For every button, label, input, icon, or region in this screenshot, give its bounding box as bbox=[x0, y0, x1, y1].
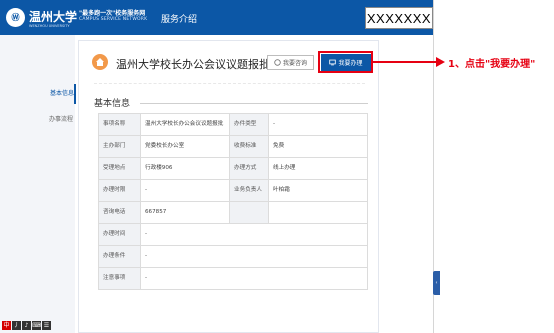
table-row: 办理时间 - bbox=[98, 223, 368, 246]
field-value: - bbox=[268, 113, 368, 136]
field-label: 主办部门 bbox=[98, 135, 141, 158]
field-value: - bbox=[140, 179, 230, 202]
field-value: 温州大学校长办公会议议题报批 bbox=[140, 113, 230, 136]
table-row: 注意事项 - bbox=[98, 267, 368, 290]
field-value: - bbox=[140, 267, 368, 290]
table-row: 办理时限 - 业务负责人 叶柏霜 bbox=[98, 179, 368, 202]
field-label: 事项名称 bbox=[98, 113, 141, 136]
basic-info-table: 事项名称 温州大学校长办公会议议题报批 办件类型 - 主办部门 党委校长办公室 … bbox=[98, 113, 368, 290]
ime-punctuation-icon[interactable]: 丿 bbox=[12, 321, 21, 330]
field-label bbox=[229, 201, 269, 224]
field-value: - bbox=[140, 245, 368, 268]
field-value: 667857 bbox=[140, 201, 230, 224]
university-name: 温州大学 bbox=[29, 10, 78, 24]
table-row: 咨询电话 667857 bbox=[98, 201, 368, 224]
field-label: 办件类型 bbox=[229, 113, 269, 136]
sidebar-item-process[interactable]: 办事流程 bbox=[49, 116, 73, 124]
ime-menu-icon[interactable]: ☰ bbox=[42, 321, 51, 330]
field-value: 免费 bbox=[268, 135, 368, 158]
field-label: 收费标准 bbox=[229, 135, 269, 158]
ime-keyboard-icon[interactable]: ⌨ bbox=[32, 321, 41, 330]
annotation-arrow-line bbox=[373, 61, 437, 63]
title-divider bbox=[94, 83, 365, 84]
annotation-arrow-head-icon bbox=[436, 57, 445, 67]
field-label: 办理时限 bbox=[98, 179, 141, 202]
ime-chinese-icon[interactable]: 中 bbox=[2, 321, 11, 330]
sidebar-active-indicator bbox=[74, 84, 76, 104]
field-label: 咨询电话 bbox=[98, 201, 141, 224]
portal-subtitle: CAMPUS SERVICE NETWORK bbox=[79, 17, 148, 22]
field-label: 办理条件 bbox=[98, 245, 141, 268]
sidebar-item-basic-info[interactable]: 基本信息 bbox=[50, 90, 74, 98]
field-label: 注意事项 bbox=[98, 267, 141, 290]
consult-button-label: 我要咨询 bbox=[282, 60, 307, 67]
annotation-text: 1、点击"我要办理" bbox=[448, 59, 536, 70]
ime-voice-icon[interactable]: ♪ bbox=[22, 321, 31, 330]
nav-service-intro[interactable]: 服务介绍 bbox=[161, 12, 197, 25]
field-value: 线上办理 bbox=[268, 157, 368, 180]
field-value: 党委校长办公室 bbox=[140, 135, 230, 158]
screenshot-frame: Ⓦ 温州大学 WENZHOU UNIVERSITY "最多跑一次"校务服务网 C… bbox=[0, 0, 434, 333]
field-value bbox=[268, 201, 368, 224]
table-row: 事项名称 温州大学校长办公会议议题报批 办件类型 - bbox=[98, 113, 368, 136]
field-label: 办理方式 bbox=[229, 157, 269, 180]
highlight-box bbox=[318, 51, 373, 73]
chat-icon bbox=[274, 59, 281, 66]
field-label: 受理地点 bbox=[98, 157, 141, 180]
floating-side-tab[interactable]: ‹ bbox=[433, 271, 440, 295]
university-subtitle: WENZHOU UNIVERSITY bbox=[29, 24, 70, 28]
field-value: 行政楼906 bbox=[140, 157, 230, 180]
section-divider bbox=[140, 103, 368, 104]
field-label: 办理时间 bbox=[98, 223, 141, 246]
field-label: 业务负责人 bbox=[229, 179, 269, 202]
top-navigation-bar: Ⓦ 温州大学 WENZHOU UNIVERSITY "最多跑一次"校务服务网 C… bbox=[0, 0, 433, 35]
consult-button[interactable]: 我要咨询 bbox=[267, 55, 314, 70]
field-value: - bbox=[140, 223, 368, 246]
table-row: 办理条件 - bbox=[98, 245, 368, 268]
service-title: 温州大学校长办公会议议题报批 bbox=[116, 58, 270, 71]
redacted-user-box: XXXXXXX bbox=[365, 7, 433, 29]
sidebar bbox=[0, 35, 75, 333]
section-title-basic-info: 基本信息 bbox=[94, 99, 131, 109]
table-row: 受理地点 行政楼906 办理方式 线上办理 bbox=[98, 157, 368, 180]
field-value: 叶柏霜 bbox=[268, 179, 368, 202]
service-home-icon bbox=[92, 54, 108, 70]
university-logo-icon: Ⓦ bbox=[6, 8, 25, 27]
ime-toolbar[interactable]: 中 丿 ♪ ⌨ ☰ bbox=[2, 321, 51, 330]
portal-title: "最多跑一次"校务服务网 bbox=[79, 10, 146, 17]
table-row: 主办部门 党委校长办公室 收费标准 免费 bbox=[98, 135, 368, 158]
